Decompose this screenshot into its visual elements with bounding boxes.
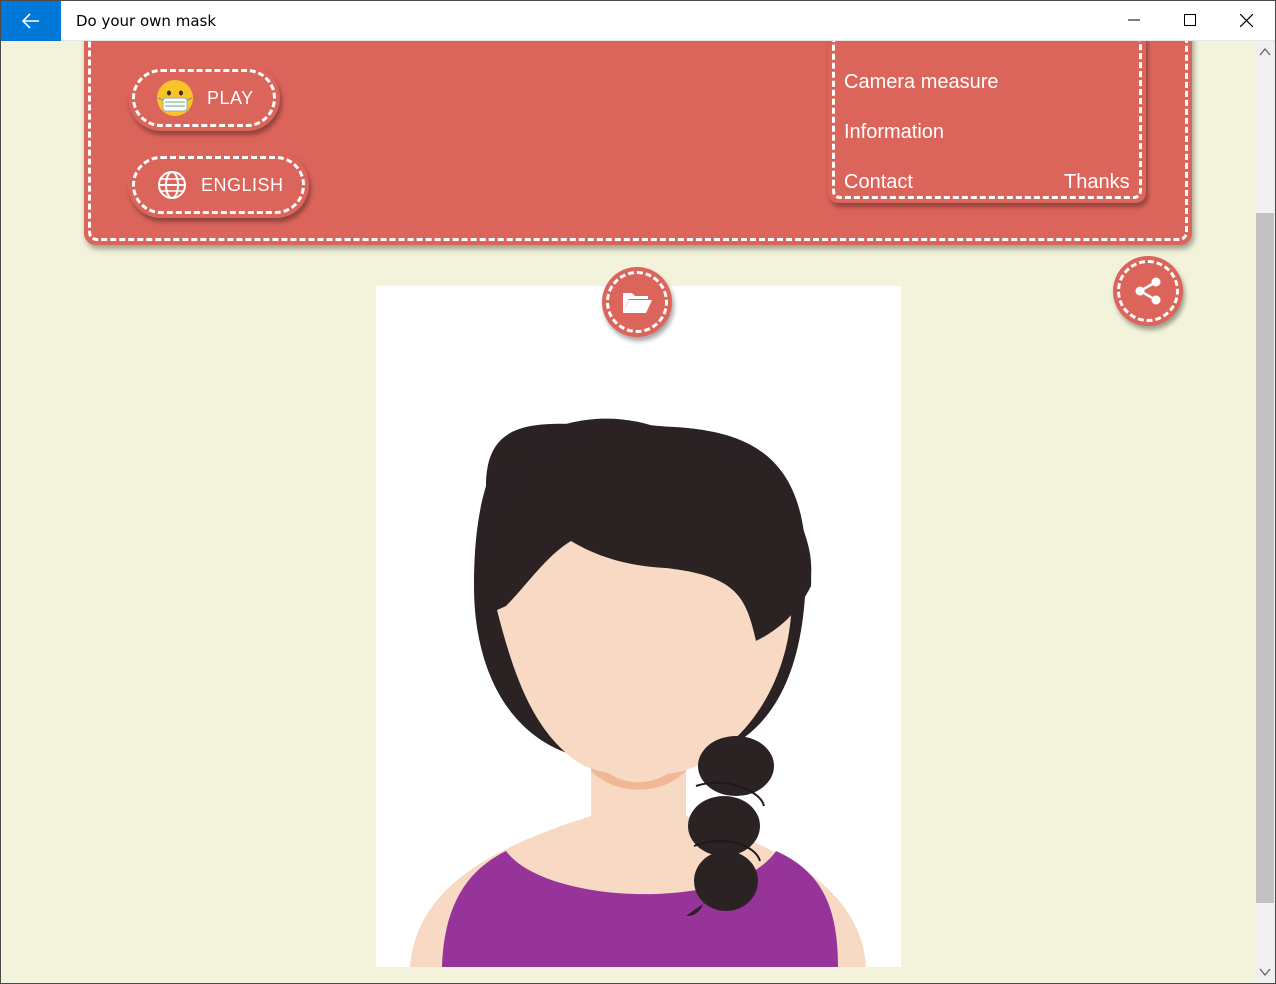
- play-button-stitch: PLAY: [132, 69, 276, 127]
- minimize-icon: [1127, 19, 1140, 21]
- maximize-icon: [1183, 14, 1196, 26]
- scroll-down-icon[interactable]: [1258, 965, 1272, 979]
- language-button-stitch: ENGLISH: [132, 156, 305, 214]
- scrollbar-thumb[interactable]: [1256, 213, 1274, 903]
- minimize-button[interactable]: [1105, 0, 1162, 40]
- share-icon: [1135, 277, 1161, 305]
- menu-item-information[interactable]: Information: [844, 121, 944, 144]
- arrow-left-icon: [22, 13, 39, 29]
- play-button[interactable]: PLAY: [128, 65, 280, 131]
- menu-item-thanks[interactable]: Thanks: [1064, 171, 1130, 194]
- play-label: PLAY: [207, 87, 254, 108]
- mask-emoji-icon: [157, 80, 193, 116]
- menu-item-camera-measure[interactable]: Camera measure: [844, 71, 999, 94]
- close-icon: [1240, 13, 1253, 27]
- language-label: ENGLISH: [201, 174, 284, 195]
- open-folder-button[interactable]: [602, 267, 672, 337]
- menu-box: Camera measure Information Contact Thank…: [828, 41, 1146, 203]
- maximize-button[interactable]: [1161, 0, 1218, 40]
- share-stitch: [1117, 260, 1179, 322]
- title-bar: Do your own mask: [0, 0, 1276, 41]
- back-button[interactable]: [1, 1, 61, 41]
- globe-icon: [158, 171, 186, 199]
- menu-item-contact[interactable]: Contact: [844, 171, 913, 194]
- scroll-up-icon[interactable]: [1258, 45, 1272, 59]
- open-folder-stitch: [606, 271, 668, 333]
- share-button[interactable]: [1113, 256, 1183, 326]
- window-title: Do your own mask: [76, 12, 217, 30]
- portrait-image: [376, 286, 901, 967]
- close-button[interactable]: [1218, 0, 1275, 40]
- content-viewport: PLAY ENGLISH Camera measure Information …: [0, 41, 1255, 984]
- woman-avatar-illustration: [410, 418, 866, 967]
- folder-open-icon: [623, 293, 652, 313]
- language-button[interactable]: ENGLISH: [128, 152, 309, 218]
